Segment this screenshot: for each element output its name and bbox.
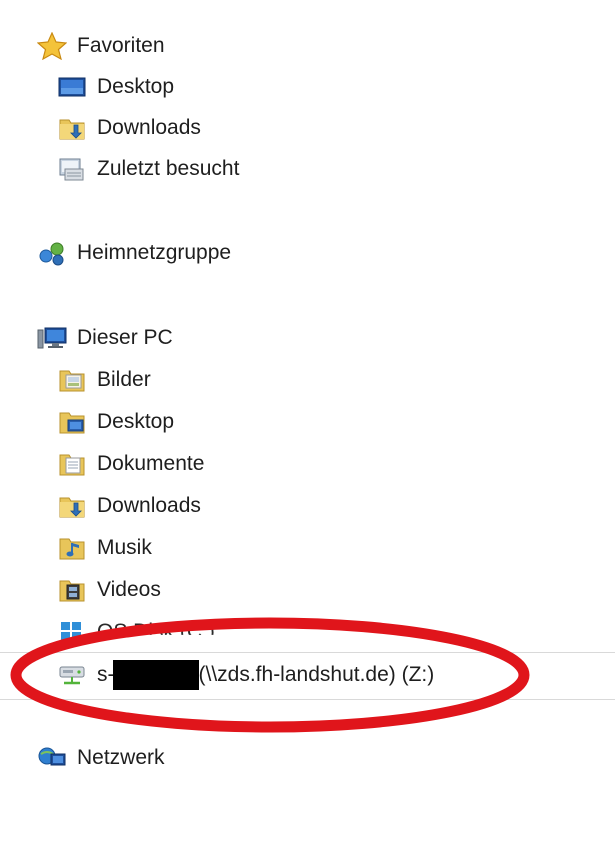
redaction-bar bbox=[112, 660, 199, 690]
sidebar-item-downloads[interactable]: Downloads bbox=[56, 110, 201, 146]
recent-places-icon bbox=[56, 154, 88, 184]
sidebar-item-label: Zuletzt besucht bbox=[97, 157, 240, 180]
sidebar-item-label: Dokumente bbox=[97, 452, 205, 475]
sidebar-section-label: Favoriten bbox=[77, 34, 165, 57]
sidebar-item-desktop[interactable]: Desktop bbox=[56, 69, 174, 105]
sidebar-item-videos[interactable]: Videos bbox=[56, 572, 161, 608]
sidebar-item-documents[interactable]: Dokumente bbox=[56, 446, 204, 482]
sidebar-item-label: Downloads bbox=[97, 116, 201, 139]
downloads-folder-icon bbox=[56, 491, 88, 521]
sidebar-item-music[interactable]: Musik bbox=[56, 530, 152, 566]
sidebar-section-label: Dieser PC bbox=[77, 326, 173, 349]
desktop-icon bbox=[56, 72, 88, 102]
sidebar-item-recent[interactable]: Zuletzt besucht bbox=[56, 151, 239, 187]
sidebar-section-this-pc[interactable]: Dieser PC bbox=[36, 320, 173, 356]
sidebar-item-label: OS Disk (C:) bbox=[97, 620, 215, 643]
sidebar-section-favorites[interactable]: Favoriten bbox=[36, 28, 165, 64]
windows-drive-icon bbox=[56, 617, 88, 647]
homegroup-icon bbox=[36, 238, 68, 268]
videos-folder-icon bbox=[56, 575, 88, 605]
computer-icon bbox=[36, 323, 68, 353]
sidebar-item-label: Desktop bbox=[97, 75, 175, 98]
sidebar-section-homegroup[interactable]: Heimnetzgruppe bbox=[36, 235, 231, 271]
sidebar-item-desktop-folder[interactable]: Desktop bbox=[56, 404, 174, 440]
sidebar-item-os-drive[interactable]: OS Disk (C:) bbox=[56, 614, 215, 650]
sidebar-item-label: Bilder bbox=[97, 368, 151, 391]
sidebar-item-label: Downloads bbox=[97, 494, 201, 517]
star-icon bbox=[36, 31, 68, 61]
sidebar-item-downloads-folder[interactable]: Downloads bbox=[56, 488, 201, 524]
documents-folder-icon bbox=[56, 449, 88, 479]
downloads-folder-icon bbox=[56, 113, 88, 143]
desktop-folder-icon bbox=[56, 407, 88, 437]
sidebar-item-network-drive[interactable]: s- (\\zds.fh-landshut.de) (Z:) bbox=[56, 657, 434, 693]
sidebar-section-network[interactable]: Netzwerk bbox=[36, 740, 165, 776]
network-drive-icon bbox=[56, 660, 88, 690]
music-folder-icon bbox=[56, 533, 88, 563]
sidebar-section-label: Heimnetzgruppe bbox=[77, 241, 232, 264]
network-icon bbox=[36, 743, 68, 773]
sidebar-item-label: Videos bbox=[97, 578, 161, 601]
sidebar-item-label: Desktop bbox=[97, 410, 175, 433]
pictures-folder-icon bbox=[56, 365, 88, 395]
network-drive-label-suffix: (\\zds.fh-landshut.de) (Z:) bbox=[198, 663, 435, 686]
sidebar-item-label: Musik bbox=[97, 536, 152, 559]
sidebar-item-pictures[interactable]: Bilder bbox=[56, 362, 151, 398]
sidebar-section-label: Netzwerk bbox=[77, 746, 165, 769]
